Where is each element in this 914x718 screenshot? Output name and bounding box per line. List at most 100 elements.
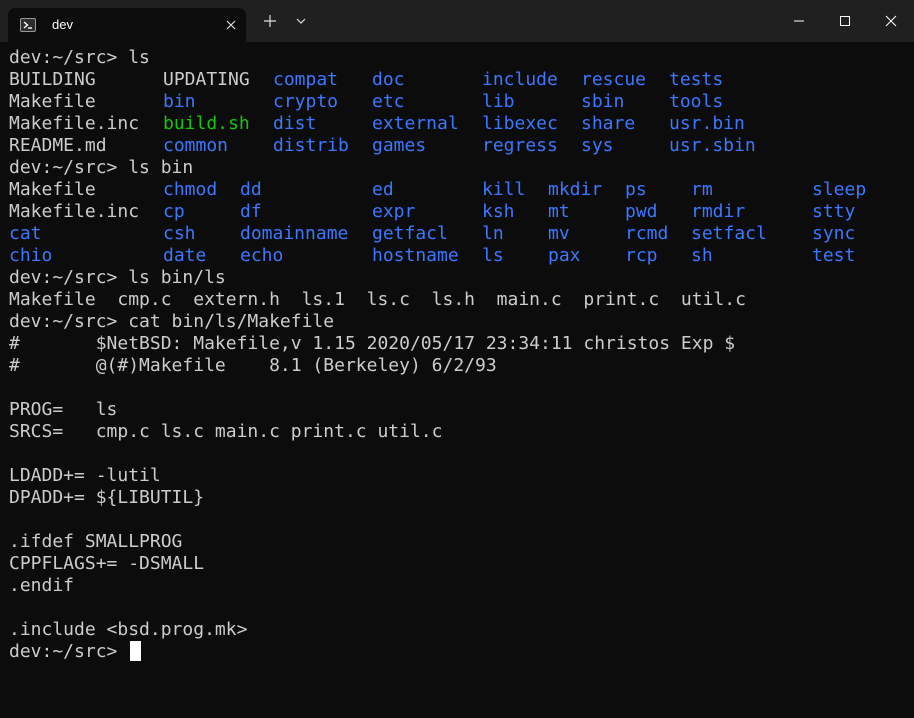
ls-entry: ed (372, 179, 394, 200)
ls-entry: usr.sbin (669, 135, 756, 156)
ls-entry: sh (691, 245, 713, 266)
ls-entry: date (163, 245, 207, 266)
terminal-window: dev dev:~/src> ls BUILDING UPDATING compat… (0, 0, 914, 718)
ls-entry: rmdir (691, 201, 746, 222)
ls-entry: build.sh (163, 113, 250, 134)
prompt-line: dev:~/src> cat bin/ls/Makefile (9, 311, 335, 332)
ls-entry: hostname (372, 245, 459, 266)
ls-entry: dist (273, 113, 317, 134)
ls-entry: lib (482, 91, 515, 112)
prompt-line: dev:~/src> ls (9, 47, 150, 68)
ls-entry: rcp (625, 245, 658, 266)
makefile-line: DPADD+= ${LIBUTIL} (9, 487, 205, 508)
prompt-line: dev:~/src> ls bin/ls (9, 267, 226, 288)
title-bar[interactable]: dev (0, 0, 914, 42)
ls-entry: common (163, 135, 229, 156)
current-prompt: dev:~/src> (9, 641, 129, 662)
ls-entry: dd (240, 179, 262, 200)
ls-entry: distrib (273, 135, 349, 156)
makefile-line (9, 377, 909, 399)
close-icon (885, 15, 897, 27)
makefile-line (9, 509, 909, 531)
ls-row: Makefile.inc build.sh dist external libexec s… (9, 113, 909, 135)
minimize-button[interactable] (776, 0, 822, 42)
ls-entry: sync (812, 223, 856, 244)
ls-entry: ln (482, 223, 504, 244)
ls-entry: chio (9, 245, 53, 266)
ls-entry: Makefile.inc (9, 113, 140, 134)
ls-entry: crypto (273, 91, 339, 112)
ls-entry: rm (691, 179, 713, 200)
powershell-icon (20, 18, 36, 32)
ls-entry: usr.bin (669, 113, 745, 134)
ls-entry: BUILDING (9, 69, 96, 90)
maximize-button[interactable] (822, 0, 868, 42)
terminal-output[interactable]: dev:~/src> ls BUILDING UPDATING compat doc i… (9, 47, 909, 707)
ls-entry: domainname (240, 223, 349, 244)
ls-entry: README.md (9, 135, 107, 156)
ls-entry: stty (812, 201, 856, 222)
ls-entry: chmod (163, 179, 218, 200)
makefile-line: # @(#)Makefile 8.1 (Berkeley) 6/2/93 (9, 355, 497, 376)
ls-entry: bin (163, 91, 196, 112)
chevron-down-icon[interactable] (294, 14, 308, 28)
ls-entry: mkdir (548, 179, 603, 200)
makefile-line (9, 597, 909, 619)
makefile-line: .ifdef SMALLPROG (9, 531, 183, 552)
ls-entry: cat (9, 223, 42, 244)
ls-entry: sys (581, 135, 614, 156)
ls-entry: Makefile.inc (9, 201, 140, 222)
ls-entry: doc (372, 69, 405, 90)
makefile-content: # $NetBSD: Makefile,v 1.15 2020/05/17 23… (9, 333, 909, 641)
makefile-line: CPPFLAGS+= -DSMALL (9, 553, 205, 574)
ls-src-output: BUILDING UPDATING compat doc include rescue te… (9, 69, 909, 157)
ls-entry: external (372, 113, 459, 134)
ls-entry: regress (482, 135, 558, 156)
current-prompt-line[interactable]: dev:~/src> (9, 641, 909, 663)
ls-entry: ls (482, 245, 504, 266)
ls-entry: ksh (482, 201, 515, 222)
ls-entry: include (482, 69, 558, 90)
ls-entry: etc (372, 91, 405, 112)
ls-entry: Makefile (9, 91, 96, 112)
tab-title: dev (52, 17, 73, 32)
makefile-line (9, 443, 909, 465)
ls-row: README.md common distrib games regress sys usr… (9, 135, 909, 157)
minimize-icon (794, 20, 804, 22)
ls-bin-ls-output: Makefile cmp.c extern.h ls.1 ls.c ls.h m… (9, 289, 746, 310)
makefile-line: .endif (9, 575, 75, 596)
close-button[interactable] (868, 0, 914, 42)
ls-entry: mv (548, 223, 570, 244)
ls-entry: kill (482, 179, 526, 200)
ls-entry: tools (669, 91, 724, 112)
tab-dev[interactable]: dev (8, 8, 246, 42)
ls-entry: rcmd (625, 223, 669, 244)
ls-entry: sleep (812, 179, 867, 200)
makefile-line: SRCS= cmp.c ls.c main.c print.c util.c (9, 421, 443, 442)
maximize-icon (840, 16, 850, 26)
ls-row: Makefile bin crypto etc lib sbin tools (9, 91, 909, 113)
ls-entry: ps (625, 179, 647, 200)
ls-entry: UPDATING (163, 69, 250, 90)
ls-row: Makefile chmod dd ed kill mkdir ps rm sleep (9, 179, 909, 201)
ls-entry: tests (669, 69, 724, 90)
ls-entry: compat (273, 69, 339, 90)
ls-entry: getfacl (372, 223, 448, 244)
ls-bin-output: Makefile chmod dd ed kill mkdir ps rm sleep Makef… (9, 179, 909, 267)
ls-entry: test (812, 245, 856, 266)
ls-entry: Makefile (9, 179, 96, 200)
ls-entry: sbin (581, 91, 625, 112)
new-tab-icon[interactable] (262, 13, 278, 29)
ls-row: chio date echo hostname ls pax rcp sh test (9, 245, 909, 267)
ls-entry: expr (372, 201, 416, 222)
ls-entry: csh (163, 223, 196, 244)
close-tab-icon[interactable] (222, 16, 240, 34)
ls-entry: share (581, 113, 636, 134)
ls-entry: games (372, 135, 427, 156)
ls-entry: libexec (482, 113, 558, 134)
text-cursor (130, 641, 142, 661)
ls-row: Makefile.inc cp df expr ksh mt pwd rmdir stty (9, 201, 909, 223)
ls-entry: setfacl (691, 223, 767, 244)
ls-entry: rescue (581, 69, 647, 90)
makefile-line: # $NetBSD: Makefile,v 1.15 2020/05/17 23… (9, 333, 736, 354)
